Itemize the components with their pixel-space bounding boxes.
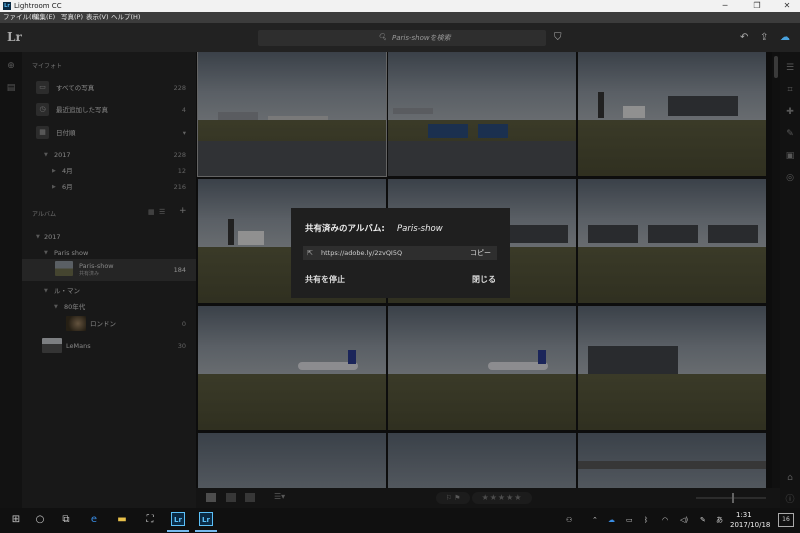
close-window-button[interactable]: ✕ xyxy=(772,0,800,12)
device-icon[interactable]: ▭ xyxy=(626,514,633,526)
lightroom-classic-taskbar-icon[interactable]: Lr xyxy=(199,512,213,526)
cloud-sync-icon[interactable]: ☁ xyxy=(780,32,790,44)
external-link-icon[interactable]: ⇱ xyxy=(307,247,313,259)
edge-icon[interactable]: e xyxy=(86,512,102,528)
task-view-icon[interactable]: ⧉ xyxy=(58,512,74,528)
active-app-indicator xyxy=(195,530,217,532)
onedrive-icon[interactable]: ☁ xyxy=(608,514,615,526)
shared-album-dialog: 共有済みのアルバム: Paris-show ⇱ https://adobe.ly… xyxy=(291,208,510,298)
file-explorer-icon[interactable]: ▬ xyxy=(114,512,130,528)
clock-date[interactable]: 2017/10/18 xyxy=(730,521,770,529)
windows-start-icon[interactable]: ⊞ xyxy=(8,512,24,528)
cortana-icon[interactable]: ○ xyxy=(32,512,48,528)
share-icon[interactable]: ⇪ xyxy=(760,32,768,44)
menu-bar: ファイル(F) 編集(E) 写真(P) 表示(V) ヘルプ(H) xyxy=(0,12,800,23)
menu-edit[interactable]: 編集(E) xyxy=(33,13,55,22)
lr-app-icon: Lr xyxy=(7,30,22,44)
search-icon: 🔍︎ xyxy=(378,33,387,41)
pen-icon[interactable]: ✎ xyxy=(700,514,706,526)
dialog-album-name: Paris-show xyxy=(397,224,443,234)
store-icon[interactable]: ⛶ xyxy=(142,512,158,528)
maximize-button[interactable]: ❐ xyxy=(742,0,772,12)
menu-help[interactable]: ヘルプ(H) xyxy=(111,13,140,22)
ime-indicator[interactable]: あ xyxy=(716,514,723,526)
menu-photo[interactable]: 写真(P) xyxy=(61,13,83,22)
filter-icon[interactable]: ⛉ xyxy=(554,32,562,44)
undo-icon[interactable]: ↶ xyxy=(740,32,748,44)
bluetooth-icon[interactable]: ᛒ xyxy=(644,514,648,526)
menu-view[interactable]: 表示(V) xyxy=(86,13,109,22)
lightroom-taskbar-icon[interactable]: Lr xyxy=(171,512,185,526)
minimize-button[interactable]: ─ xyxy=(710,0,740,12)
tray-expand-icon[interactable]: ⌃ xyxy=(592,514,598,526)
wifi-icon[interactable]: ◠ xyxy=(662,514,668,526)
search-input[interactable]: 🔍︎ Paris-showを検索 xyxy=(258,30,546,46)
volume-icon[interactable]: ◁) xyxy=(680,514,688,526)
app-toolbar: Lr 🔍︎ Paris-showを検索 ⛉ ↶ ⇪ ☁ xyxy=(0,23,800,52)
share-link-field[interactable]: ⇱ https://adobe.ly/2zvQI5Q コピー xyxy=(303,246,497,260)
search-placeholder: Paris-showを検索 xyxy=(392,34,451,42)
stop-sharing-button[interactable]: 共有を停止 xyxy=(305,274,345,285)
lightroom-logo-icon: Lr xyxy=(3,2,11,10)
clock-time[interactable]: 1:31 xyxy=(736,511,752,519)
close-button[interactable]: 閉じる xyxy=(472,274,496,285)
taskbar: ⊞ ○ ⧉ e ▬ ⛶ Lr Lr ⚇ ⌃ ☁ ▭ ᛒ ◠ ◁) ✎ あ 1:3… xyxy=(0,508,800,533)
action-center-icon[interactable]: 16 xyxy=(778,513,794,527)
window-title-bar: Lr Lightroom CC ─ ❐ ✕ xyxy=(0,0,800,12)
share-url: https://adobe.ly/2zvQI5Q xyxy=(321,249,403,257)
dialog-title: 共有済みのアルバム: xyxy=(305,224,385,234)
copy-button[interactable]: コピー xyxy=(470,247,491,259)
window-title: Lightroom CC xyxy=(14,2,62,10)
active-app-indicator xyxy=(167,530,189,532)
people-icon[interactable]: ⚇ xyxy=(566,514,572,526)
